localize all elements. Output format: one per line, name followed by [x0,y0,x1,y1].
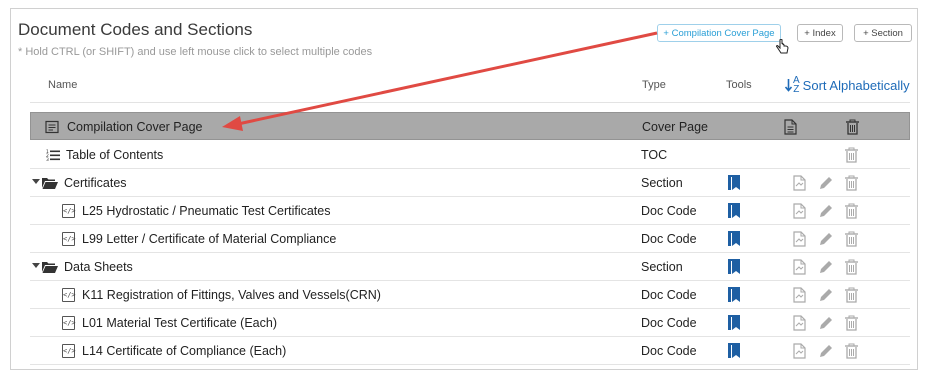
sort-az-icon: AZ [784,76,800,95]
table-row-doc-code[interactable]: </> L14 Certificate of Compliance (Each)… [30,337,910,365]
open-folder-icon [42,262,58,273]
bookmark-book-icon[interactable] [727,258,741,275]
document-export-icon[interactable] [792,343,807,359]
row-type: Cover Page [642,120,709,134]
document-export-icon[interactable] [792,203,807,219]
delete-trash-icon[interactable] [844,203,859,219]
row-type: Section [641,260,683,274]
row-name: L25 Hydrostatic / Pneumatic Test Certifi… [82,204,331,218]
bookmark-book-icon[interactable] [727,286,741,303]
doc-code-icon: </> [62,232,76,246]
cover-page-icon [45,120,59,134]
doc-code-icon: </> [62,316,76,330]
bookmark-book-icon[interactable] [727,342,741,359]
row-type: Doc Code [641,204,697,218]
add-index-button[interactable]: + Index [797,24,843,42]
numbered-list-icon: 1 2 3 [46,149,60,162]
hand-cursor-icon [776,39,789,54]
document-export-icon[interactable] [792,175,807,191]
document-export-icon[interactable] [792,287,807,303]
edit-pencil-icon[interactable] [818,315,833,331]
table-row-section-certificates[interactable]: Certificates Section [30,169,910,197]
column-header-tools: Tools [726,79,752,91]
collapse-caret-icon[interactable] [32,179,40,184]
delete-trash-icon[interactable] [844,315,859,331]
document-export-icon[interactable] [792,231,807,247]
bookmark-book-icon[interactable] [727,202,741,219]
panel-title: Document Codes and Sections [18,20,253,39]
header-divider [30,102,910,103]
table-row-doc-code[interactable]: </> L99 Letter / Certificate of Material… [30,225,910,253]
document-export-icon[interactable] [792,259,807,275]
row-name: Certificates [64,176,127,190]
bookmark-book-icon[interactable] [727,230,741,247]
delete-trash-icon[interactable] [844,287,859,303]
add-section-button[interactable]: + Section [854,24,912,42]
column-header-type: Type [642,79,666,91]
table-row-doc-code[interactable]: </> L01 Material Test Certificate (Each)… [30,309,910,337]
add-compilation-cover-page-button[interactable]: + Compilation Cover Page [657,24,781,42]
edit-pencil-icon[interactable] [818,287,833,303]
table-row-compilation-cover-page[interactable]: Compilation Cover Page Cover Page [30,112,910,140]
row-name: L01 Material Test Certificate (Each) [82,316,277,330]
sort-alphabetically-button[interactable]: AZ Sort Alphabetically [784,76,910,95]
delete-trash-icon[interactable] [844,147,859,163]
delete-trash-icon[interactable] [844,259,859,275]
row-type: Doc Code [641,288,697,302]
row-name: Compilation Cover Page [67,120,203,134]
open-folder-icon [42,178,58,189]
row-type: Doc Code [641,344,697,358]
doc-code-icon: </> [62,288,76,302]
delete-trash-icon[interactable] [844,231,859,247]
row-type: Section [641,176,683,190]
edit-pencil-icon[interactable] [818,203,833,219]
row-name: L14 Certificate of Compliance (Each) [82,344,287,358]
table-row-doc-code[interactable]: </> K11 Registration of Fittings, Valves… [30,281,910,309]
document-export-icon[interactable] [792,315,807,331]
table-row-section-data-sheets[interactable]: Data Sheets Section [30,253,910,281]
edit-pencil-icon[interactable] [818,343,833,359]
multi-select-hint: * Hold CTRL (or SHIFT) and use left mous… [18,46,373,58]
sort-label: Sort Alphabetically [802,77,910,93]
row-type: Doc Code [641,232,697,246]
row-type: Doc Code [641,316,697,330]
row-name: L99 Letter / Certificate of Material Com… [82,232,337,246]
row-name: K11 Registration of Fittings, Valves and… [82,288,381,302]
table-row-table-of-contents[interactable]: 1 2 3 Table of Contents TOC [30,141,910,169]
preview-document-icon[interactable] [783,119,798,135]
delete-trash-icon[interactable] [845,119,860,135]
doc-code-icon: </> [62,204,76,218]
svg-text:3: 3 [46,157,49,162]
bookmark-book-icon[interactable] [727,174,741,191]
row-name: Data Sheets [64,260,133,274]
delete-trash-icon[interactable] [844,343,859,359]
doc-code-icon: </> [62,344,76,358]
table-row-doc-code[interactable]: </> L25 Hydrostatic / Pneumatic Test Cer… [30,197,910,225]
row-name: Table of Contents [66,148,164,162]
bookmark-book-icon[interactable] [727,314,741,331]
edit-pencil-icon[interactable] [818,231,833,247]
delete-trash-icon[interactable] [844,175,859,191]
edit-pencil-icon[interactable] [818,259,833,275]
row-type: TOC [641,148,668,162]
edit-pencil-icon[interactable] [818,175,833,191]
collapse-caret-icon[interactable] [32,263,40,268]
column-header-name: Name [48,79,78,91]
